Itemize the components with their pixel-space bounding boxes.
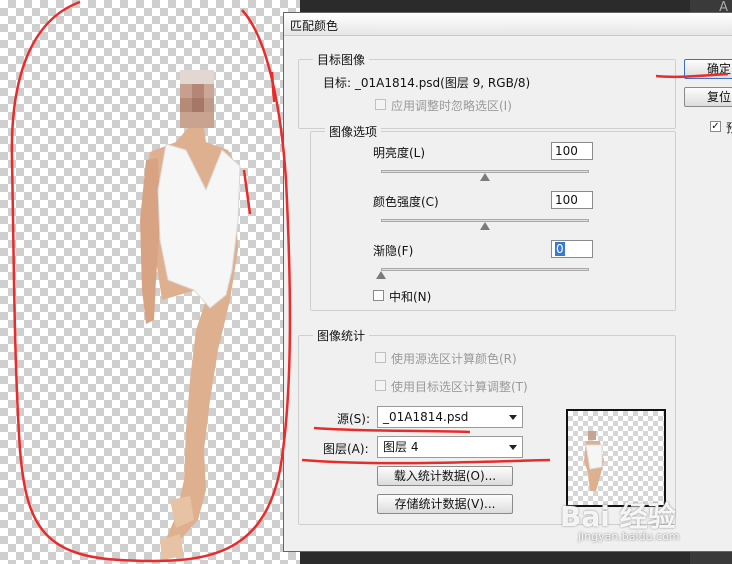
image-options-group: 图像选项 明亮度(L) 100 颜色强度(C) 100 渐隐(F) 0 中和(N… [310,123,676,311]
ok-button[interactable]: 确定 [684,59,732,79]
baidu-watermark-url: jingyan.baidu.com [578,530,680,543]
figure-image [140,70,241,560]
fade-input[interactable]: 0 [551,240,593,258]
reset-button[interactable]: 复位 [684,87,732,107]
use-source-selection-label: 使用源选区计算颜色(R) [391,352,517,366]
dialog-title: 匹配颜色 [290,19,339,33]
luminance-input[interactable]: 100 [551,142,593,160]
preview-figure [584,431,604,491]
dialog-titlebar[interactable]: 匹配颜色 [284,13,732,36]
layer-dropdown[interactable]: 图层 4 [377,436,523,458]
mosaic-face [180,70,214,128]
target-image-group: 目标图像 目标: _01A1814.psd(图层 9, RGB/8) 应用调整时… [298,51,676,129]
layer-label: 图层(A): [323,442,369,456]
source-dropdown[interactable]: _01A1814.psd [377,406,523,428]
fade-slider-thumb[interactable] [376,271,386,279]
fade-label: 渐隐(F) [373,244,414,258]
layer-value: 图层 4 [383,440,419,454]
target-text: 目标: _01A1814.psd(图层 9, RGB/8) [323,76,531,90]
luminance-label: 明亮度(L) [373,146,426,160]
image-statistics-legend: 图像统计 [313,327,370,344]
luminance-slider-thumb[interactable] [480,173,490,181]
source-value: _01A1814.psd [383,410,469,424]
save-statistics-button[interactable]: 存储统计数据(V)... [377,494,513,514]
fade-value: 0 [555,242,565,256]
ignore-selection-label: 应用调整时忽略选区(I) [391,99,512,113]
use-source-selection-checkbox [375,352,386,363]
source-label: 源(S): [337,412,371,426]
neutralize-checkbox[interactable] [373,290,384,301]
color-intensity-label: 颜色强度(C) [373,195,439,209]
fade-slider-track[interactable] [381,268,589,271]
chevron-down-icon [509,415,517,420]
source-preview-thumbnail [566,409,666,507]
chevron-down-icon [509,445,517,450]
preview-checkbox[interactable]: ✓ [710,121,721,132]
image-options-legend: 图像选项 [325,123,382,140]
color-intensity-slider-thumb[interactable] [480,222,490,230]
use-target-selection-checkbox [375,380,386,391]
baidu-watermark: Bai 经验 [560,500,676,533]
match-color-dialog: 匹配颜色 目标图像 目标: _01A1814.psd(图层 9, RGB/8) … [283,12,732,552]
load-statistics-button[interactable]: 载入统计数据(O)... [377,466,513,486]
neutralize-label: 中和(N) [389,290,432,304]
document-canvas [0,0,300,564]
ignore-selection-checkbox [375,99,386,110]
color-intensity-input[interactable]: 100 [551,191,593,209]
use-target-selection-label: 使用目标选区计算调整(T) [391,380,528,394]
preview-label: 预 [726,119,732,136]
target-image-legend: 目标图像 [313,51,370,68]
